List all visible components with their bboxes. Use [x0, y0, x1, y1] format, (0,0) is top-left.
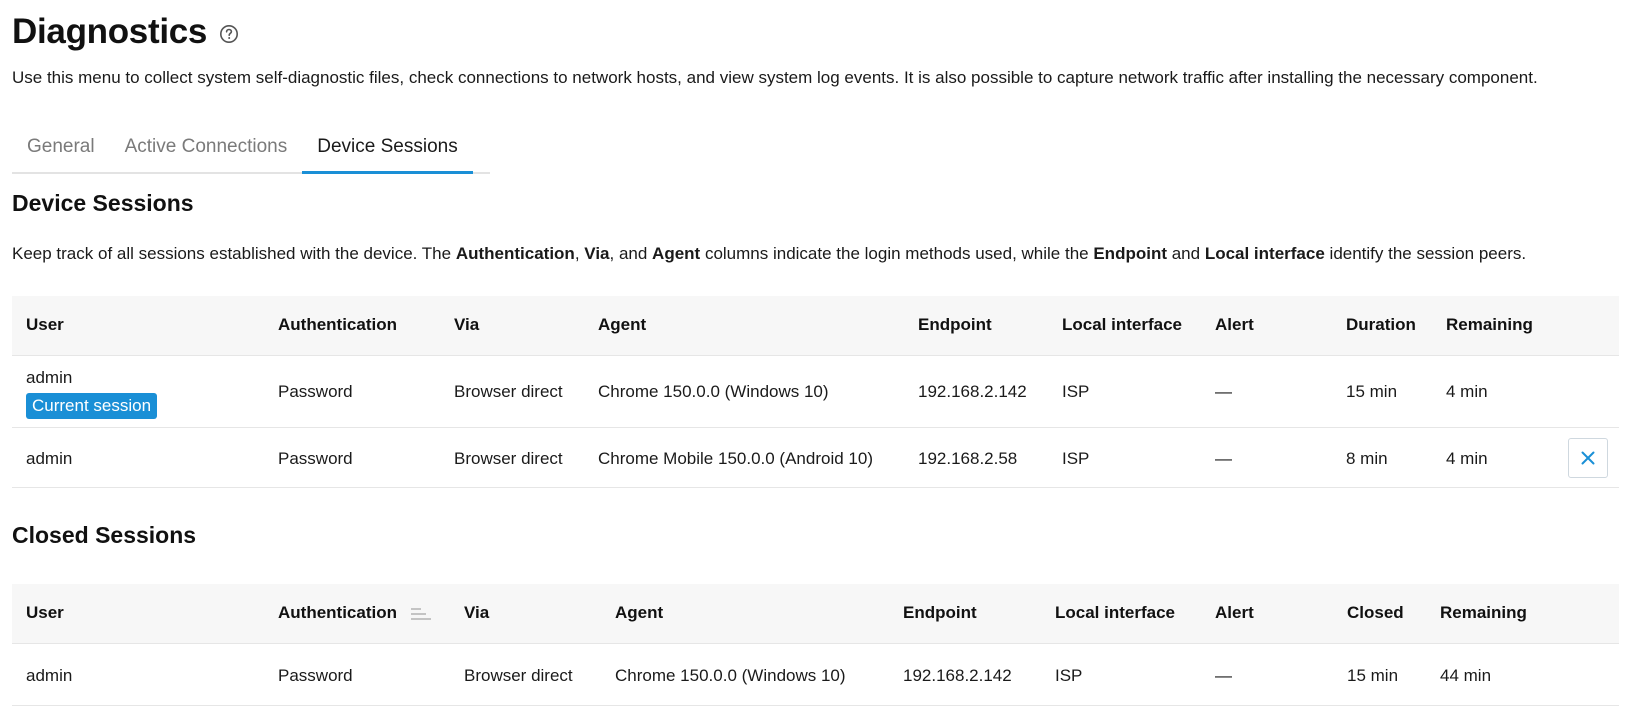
closed-sessions-title: Closed Sessions [12, 522, 197, 548]
col-user[interactable]: User [26, 603, 64, 623]
status-badge: Current session [26, 393, 158, 419]
desc-bold-agent: Agent [652, 244, 701, 263]
cell-user: admin [26, 449, 73, 468]
cell-agent: Chrome 150.0.0 (Windows 10) [598, 382, 829, 401]
col-remaining[interactable]: Remaining [1440, 603, 1527, 623]
device-sessions-description: Keep track of all sessions established w… [12, 244, 1526, 264]
col-alert[interactable]: Alert [1215, 315, 1254, 335]
cell-closed: 15 min [1347, 666, 1399, 685]
col-closed[interactable]: Closed [1347, 603, 1404, 623]
desc-text: and [1167, 244, 1205, 263]
cell-local-interface: ISP [1062, 382, 1090, 401]
diagnostics-page: Diagnostics Use this menu to collect sys… [0, 0, 1628, 716]
cell-remaining: 4 min [1446, 382, 1488, 401]
col-via[interactable]: Via [454, 315, 479, 335]
page-title: Diagnostics [12, 12, 208, 51]
col-agent[interactable]: Agent [598, 315, 646, 335]
cell-local-interface: ISP [1062, 449, 1090, 468]
tab-bar: General Active Connections Device Sessio… [12, 126, 490, 174]
cell-duration: 8 min [1346, 449, 1388, 468]
table-row: admin Password Browser direct Chrome 150… [12, 645, 1619, 706]
cell-authentication: Password [278, 382, 353, 401]
cell-endpoint: 192.168.2.142 [918, 382, 1027, 401]
cell-alert: — [1215, 666, 1232, 685]
closed-sessions-table-header: User Authentication Via Agent Endpoint L… [12, 584, 1619, 644]
table-row: admin Password Browser direct Chrome Mob… [12, 428, 1619, 488]
cell-duration: 15 min [1346, 382, 1398, 401]
cell-remaining: 44 min [1440, 666, 1492, 685]
desc-text: columns indicate the login methods used,… [700, 244, 1094, 263]
desc-bold-endpoint: Endpoint [1093, 244, 1167, 263]
device-sessions-title: Device Sessions [12, 190, 194, 216]
tab-general[interactable]: General [12, 126, 110, 174]
col-agent[interactable]: Agent [615, 603, 663, 623]
col-via[interactable]: Via [464, 603, 489, 623]
tab-device-sessions[interactable]: Device Sessions [302, 126, 473, 174]
col-remaining[interactable]: Remaining [1446, 315, 1533, 335]
col-local-interface[interactable]: Local interface [1055, 603, 1175, 623]
cell-user: admin [26, 666, 73, 685]
col-authentication[interactable]: Authentication [278, 603, 431, 623]
cell-agent: Chrome Mobile 150.0.0 (Android 10) [598, 449, 873, 468]
tab-active-connections[interactable]: Active Connections [110, 126, 303, 174]
desc-text: Keep track of all sessions established w… [12, 244, 456, 263]
cell-via: Browser direct [464, 666, 573, 685]
desc-bold-via: Via [584, 244, 610, 263]
sort-icon[interactable] [411, 607, 431, 621]
page-intro: Use this menu to collect system self-dia… [12, 68, 1538, 87]
title-row: Diagnostics [12, 12, 239, 52]
col-authentication-label: Authentication [278, 603, 397, 622]
col-endpoint[interactable]: Endpoint [918, 315, 992, 335]
device-sessions-table-header: User Authentication Via Agent Endpoint L… [12, 296, 1619, 356]
desc-text: , and [609, 244, 653, 263]
col-endpoint[interactable]: Endpoint [903, 603, 977, 623]
desc-bold-authentication: Authentication [455, 244, 575, 263]
help-circle-icon[interactable] [219, 24, 239, 44]
col-user[interactable]: User [26, 315, 64, 335]
col-local-interface[interactable]: Local interface [1062, 315, 1182, 335]
cell-endpoint: 192.168.2.58 [918, 449, 1018, 468]
col-authentication[interactable]: Authentication [278, 315, 397, 335]
cell-agent: Chrome 150.0.0 (Windows 10) [615, 666, 846, 685]
desc-text: , [574, 244, 585, 263]
cell-alert: — [1215, 382, 1232, 401]
cell-alert: — [1215, 449, 1232, 468]
cell-local-interface: ISP [1055, 666, 1083, 685]
table-row: admin Current session Password Browser d… [12, 357, 1619, 428]
current-session-badge: Current session [26, 393, 158, 419]
close-icon [1581, 451, 1595, 465]
cell-authentication: Password [278, 666, 353, 685]
col-alert[interactable]: Alert [1215, 603, 1254, 623]
cell-remaining: 4 min [1446, 449, 1488, 468]
terminate-session-button[interactable] [1568, 438, 1608, 478]
cell-via: Browser direct [454, 449, 563, 468]
cell-via: Browser direct [454, 382, 563, 401]
cell-endpoint: 192.168.2.142 [903, 666, 1012, 685]
desc-bold-local-interface: Local interface [1204, 244, 1325, 263]
cell-user: admin [26, 368, 73, 387]
col-duration[interactable]: Duration [1346, 315, 1416, 335]
cell-authentication: Password [278, 449, 353, 468]
desc-text: identify the session peers. [1324, 244, 1527, 263]
